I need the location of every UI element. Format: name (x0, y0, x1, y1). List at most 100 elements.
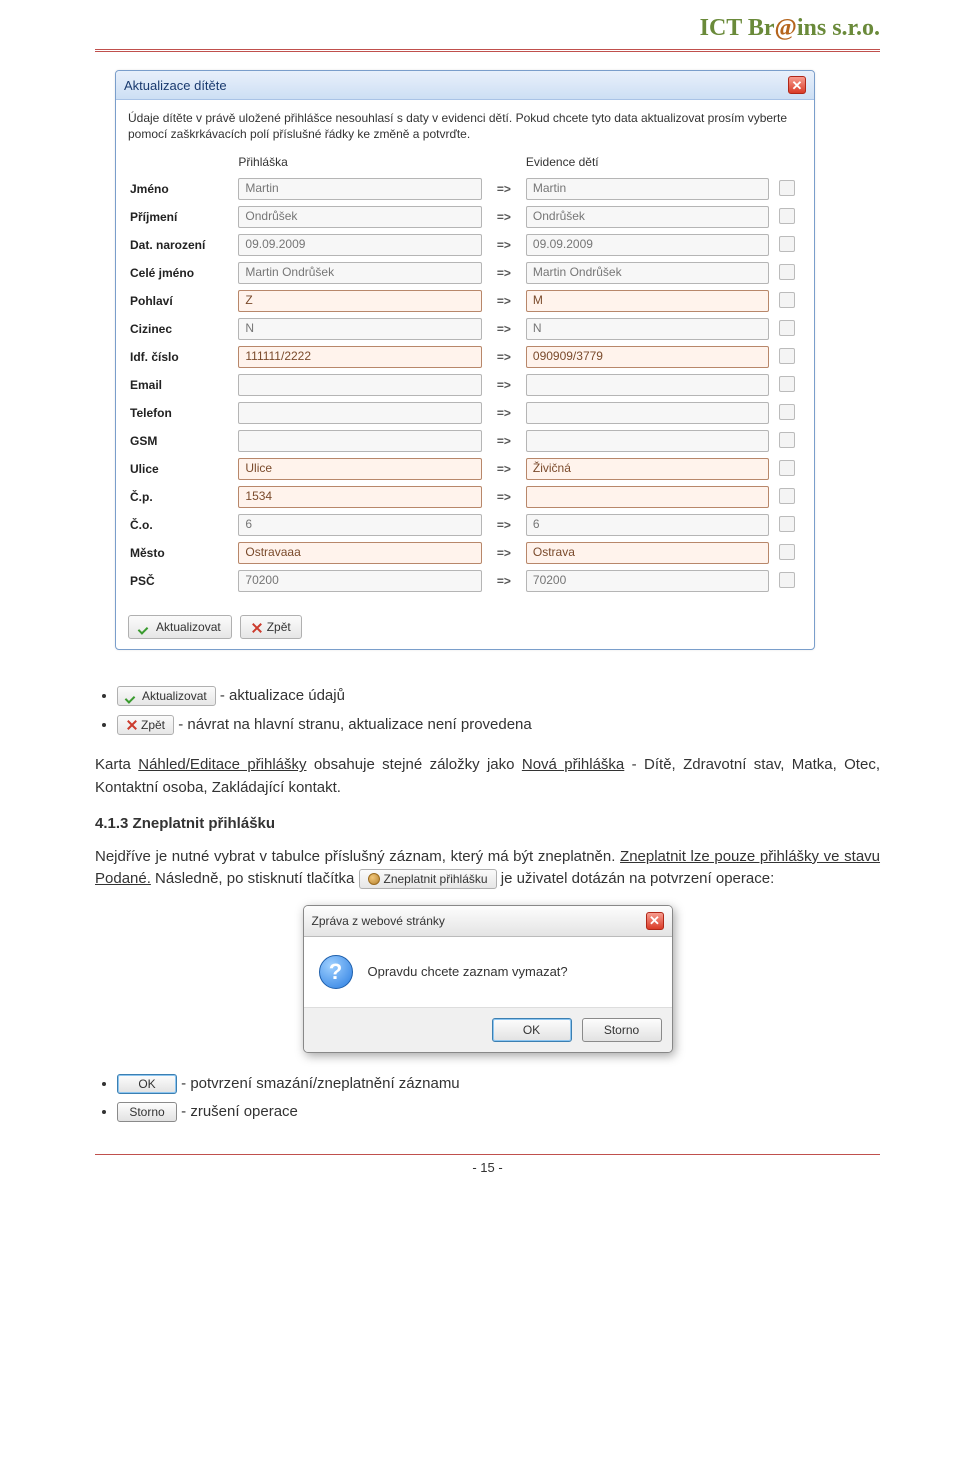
arrow-icon: => (484, 539, 524, 567)
row-checkbox[interactable] (779, 320, 795, 336)
page-number: - 15 - (95, 1160, 880, 1175)
form-value: Ondrůšek (238, 206, 481, 228)
form-value: Ostravaaa (238, 542, 481, 564)
row-label: Město (128, 539, 236, 567)
arrow-icon: => (484, 343, 524, 371)
check-icon (126, 690, 138, 702)
arrow-icon: => (484, 427, 524, 455)
back-button[interactable]: Zpět (240, 615, 302, 639)
row-label: Telefon (128, 399, 236, 427)
row-checkbox[interactable] (779, 488, 795, 504)
evidence-value (526, 402, 769, 424)
cross-icon (126, 719, 137, 730)
row-checkbox[interactable] (779, 376, 795, 392)
row-label: Celé jméno (128, 259, 236, 287)
row-label: Jméno (128, 175, 236, 203)
evidence-value: M (526, 290, 769, 312)
row-label: Ulice (128, 455, 236, 483)
form-value: 1534 (238, 486, 481, 508)
form-value: Martin (238, 178, 481, 200)
inline-ok-button[interactable]: OK (117, 1074, 177, 1094)
table-row: UliceUlice=>Živičná (128, 455, 802, 483)
question-icon: ? (319, 955, 353, 989)
row-checkbox[interactable] (779, 292, 795, 308)
company-logo: ICT Br@ins s.r.o. (700, 15, 880, 42)
row-label: GSM (128, 427, 236, 455)
check-icon (139, 621, 151, 633)
table-row: PříjmeníOndrůšek=>Ondrůšek (128, 203, 802, 231)
row-checkbox[interactable] (779, 208, 795, 224)
table-row: PohlavíZ=>M (128, 287, 802, 315)
confirm-dialog: Zpráva z webové stránky ✕ ? Opravdu chce… (303, 905, 673, 1053)
row-label: Č.o. (128, 511, 236, 539)
confirm-message: Opravdu chcete zaznam vymazat? (368, 962, 568, 982)
row-checkbox[interactable] (779, 348, 795, 364)
arrow-icon: => (484, 455, 524, 483)
row-checkbox[interactable] (779, 236, 795, 252)
bullet-ok: OK - potvrzení smazání/zneplatnění zázna… (117, 1073, 880, 1096)
row-label: Email (128, 371, 236, 399)
row-checkbox[interactable] (779, 264, 795, 280)
update-button[interactable]: Aktualizovat (128, 615, 232, 639)
table-row: Telefon=> (128, 399, 802, 427)
form-value (238, 402, 481, 424)
table-row: MěstoOstravaaa=>Ostrava (128, 539, 802, 567)
col-header-form: Přihláška (236, 152, 483, 175)
row-label: Cizinec (128, 315, 236, 343)
inline-back-button[interactable]: Zpět (117, 715, 174, 735)
evidence-value: 70200 (526, 570, 769, 592)
row-label: PSČ (128, 567, 236, 595)
close-icon[interactable]: ✕ (646, 912, 664, 930)
row-label: Č.p. (128, 483, 236, 511)
arrow-icon: => (484, 483, 524, 511)
bullet-update: Aktualizovat - aktualizace údajů (117, 685, 880, 708)
update-child-dialog: Aktualizace dítěte ✕ Údaje dítěte v práv… (115, 70, 815, 650)
table-row: Idf. číslo111111/2222=>090909/3779 (128, 343, 802, 371)
table-row: JménoMartin=>Martin (128, 175, 802, 203)
table-row: Dat. narození09.09.2009=>09.09.2009 (128, 231, 802, 259)
arrow-icon: => (484, 259, 524, 287)
dialog-title: Aktualizace dítěte (124, 78, 227, 93)
arrow-icon: => (484, 511, 524, 539)
evidence-value (526, 430, 769, 452)
form-value: Martin Ondrůšek (238, 262, 481, 284)
table-row: CizinecN=>N (128, 315, 802, 343)
invalidate-icon (368, 873, 380, 885)
row-checkbox[interactable] (779, 460, 795, 476)
row-checkbox[interactable] (779, 572, 795, 588)
ok-button[interactable]: OK (492, 1018, 572, 1042)
dialog-titlebar: Aktualizace dítěte ✕ (116, 71, 814, 100)
inline-cancel-button[interactable]: Storno (117, 1102, 177, 1122)
evidence-value: 6 (526, 514, 769, 536)
row-label: Příjmení (128, 203, 236, 231)
form-value (238, 430, 481, 452)
evidence-value: Ondrůšek (526, 206, 769, 228)
row-checkbox[interactable] (779, 516, 795, 532)
inline-invalidate-button[interactable]: Zneplatnit přihlášku (359, 869, 497, 889)
form-value (238, 374, 481, 396)
bullet-cancel: Storno - zrušení operace (117, 1101, 880, 1124)
form-value: N (238, 318, 481, 340)
arrow-icon: => (484, 567, 524, 595)
form-value: 70200 (238, 570, 481, 592)
inline-update-button[interactable]: Aktualizovat (117, 686, 216, 706)
arrow-icon: => (484, 175, 524, 203)
cancel-button[interactable]: Storno (582, 1018, 662, 1042)
arrow-icon: => (484, 287, 524, 315)
evidence-value: Živičná (526, 458, 769, 480)
arrow-icon: => (484, 371, 524, 399)
form-value: 09.09.2009 (238, 234, 481, 256)
section-heading: 4.1.3 Zneplatnit přihlášku (95, 813, 880, 836)
form-value: Ulice (238, 458, 481, 480)
row-label: Idf. číslo (128, 343, 236, 371)
evidence-value: N (526, 318, 769, 340)
row-checkbox[interactable] (779, 180, 795, 196)
paragraph-card-desc: Karta Náhled/Editace přihlášky obsahuje … (95, 754, 880, 799)
close-icon[interactable]: ✕ (788, 76, 806, 94)
row-checkbox[interactable] (779, 544, 795, 560)
evidence-value: Martin (526, 178, 769, 200)
row-checkbox[interactable] (779, 404, 795, 420)
evidence-value: Ostrava (526, 542, 769, 564)
row-checkbox[interactable] (779, 432, 795, 448)
evidence-value (526, 486, 769, 508)
